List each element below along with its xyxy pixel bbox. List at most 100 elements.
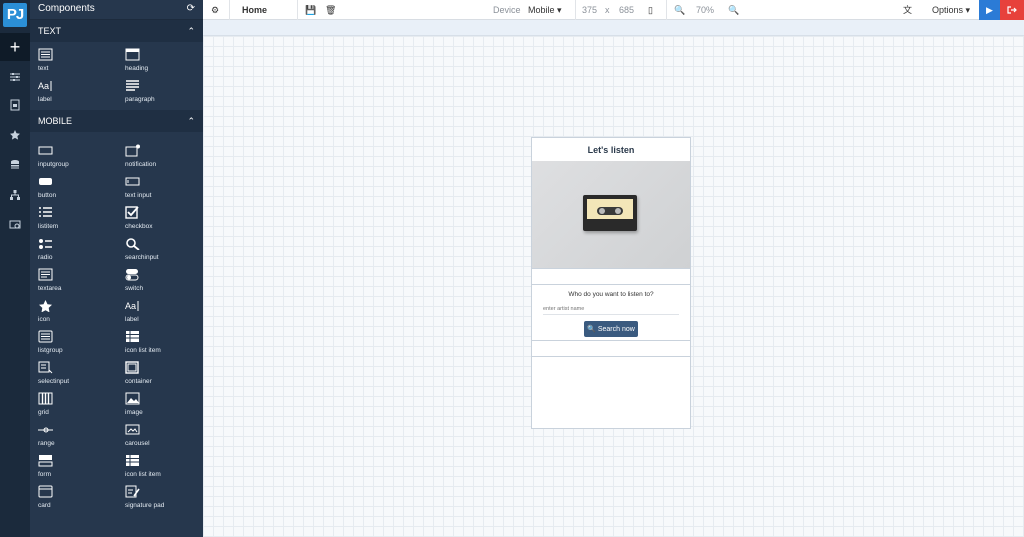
save-icon[interactable]: 💾 bbox=[305, 0, 316, 20]
component-label: icon bbox=[38, 316, 50, 323]
component-label[interactable]: Aa label bbox=[125, 299, 211, 330]
component-selectinput[interactable]: selectinput bbox=[38, 361, 125, 392]
textinput-icon bbox=[125, 175, 141, 189]
zoom-out-icon[interactable]: 🔍 bbox=[674, 0, 685, 20]
component-label: selectinput bbox=[38, 378, 70, 385]
width-field[interactable]: 375 bbox=[582, 0, 597, 20]
component-image[interactable]: image bbox=[125, 392, 211, 423]
translate-icon[interactable]: 文 bbox=[903, 0, 912, 20]
components-panel: Components ⟳ TEXT ⌃ text heading Aa label para… bbox=[30, 0, 203, 537]
text-icon bbox=[38, 48, 54, 62]
component-label: text bbox=[38, 65, 49, 72]
component-notification[interactable]: notification bbox=[125, 144, 211, 175]
play-button[interactable]: ▶ bbox=[979, 0, 1000, 20]
svg-text:Aa: Aa bbox=[125, 301, 136, 311]
rail-add-button[interactable]: + bbox=[0, 33, 30, 61]
components-panel-header: Components ⟳ bbox=[30, 0, 203, 20]
design-canvas[interactable]: Let's listen Who do you want to listen t… bbox=[203, 36, 1024, 537]
device-select[interactable]: Mobile ▾ bbox=[528, 0, 562, 20]
rail-database-button[interactable] bbox=[0, 151, 30, 179]
label-icon: Aa bbox=[125, 299, 141, 313]
component-label[interactable]: Aa label bbox=[38, 79, 125, 110]
section-header-text[interactable]: TEXT ⌃ bbox=[30, 20, 203, 42]
radio-icon bbox=[38, 237, 54, 251]
component-label: paragraph bbox=[125, 96, 155, 103]
range-icon bbox=[38, 423, 54, 437]
sitemap-icon bbox=[9, 190, 21, 204]
switch-icon bbox=[125, 268, 141, 282]
section-title: TEXT bbox=[38, 26, 62, 36]
rail-page-button[interactable] bbox=[0, 91, 30, 119]
component-label: grid bbox=[38, 409, 49, 416]
search-icon bbox=[125, 237, 141, 251]
component-text-input[interactable]: text input bbox=[125, 175, 211, 206]
component-carousel[interactable]: carousel bbox=[125, 423, 211, 454]
rotate-device-icon[interactable]: ▯ bbox=[648, 0, 653, 20]
question-text[interactable]: Who do you want to listen to? bbox=[532, 291, 690, 298]
page-selector[interactable]: Home bbox=[242, 0, 267, 20]
left-rail: PJ + bbox=[0, 0, 30, 537]
zoom-level: 70% bbox=[696, 5, 715, 15]
component-signature-pad[interactable]: signature pad bbox=[125, 485, 211, 516]
rail-sliders-button[interactable] bbox=[0, 63, 30, 91]
component-label: notification bbox=[125, 161, 157, 168]
component-listgroup[interactable]: listgroup bbox=[38, 330, 125, 361]
add-icon: + bbox=[9, 37, 21, 57]
artist-input[interactable] bbox=[543, 304, 679, 315]
mobile-preview[interactable]: Let's listen Who do you want to listen t… bbox=[531, 137, 691, 429]
trash-icon[interactable]: 🗑 bbox=[325, 0, 336, 20]
database-icon bbox=[9, 160, 21, 174]
component-switch[interactable]: switch bbox=[125, 268, 211, 299]
page-heading[interactable]: Let's listen bbox=[532, 138, 690, 161]
empty-container[interactable] bbox=[532, 268, 690, 285]
grid-icon bbox=[38, 392, 54, 406]
component-card[interactable]: card bbox=[38, 485, 125, 516]
cassette-image[interactable] bbox=[532, 161, 690, 268]
empty-container[interactable] bbox=[532, 340, 690, 357]
search-now-button[interactable]: 🔍 Search now bbox=[584, 321, 638, 337]
component-grid[interactable]: grid bbox=[38, 392, 125, 423]
paragraph-icon bbox=[125, 79, 141, 93]
component-form[interactable]: form bbox=[38, 454, 125, 485]
component-label: inputgroup bbox=[38, 161, 69, 168]
component-range[interactable]: range bbox=[38, 423, 125, 454]
gear-icon[interactable]: ⚙ bbox=[211, 0, 219, 20]
options-menu[interactable]: Options ▾ bbox=[932, 0, 970, 20]
component-label: label bbox=[125, 316, 139, 323]
component-inputgroup[interactable]: inputgroup bbox=[38, 144, 125, 175]
carousel-icon bbox=[125, 423, 141, 437]
component-paragraph[interactable]: paragraph bbox=[125, 79, 211, 110]
component-searchinput[interactable]: searchinput bbox=[125, 237, 211, 268]
component-button[interactable]: button bbox=[38, 175, 125, 206]
component-label: textarea bbox=[38, 285, 62, 292]
rail-preview-button[interactable] bbox=[0, 211, 30, 239]
component-listitem[interactable]: listitem bbox=[38, 206, 125, 237]
component-text[interactable]: text bbox=[38, 48, 125, 79]
star-icon bbox=[38, 299, 54, 313]
component-label: image bbox=[125, 409, 143, 416]
refresh-icon[interactable]: ⟳ bbox=[187, 0, 195, 19]
component-heading[interactable]: heading bbox=[125, 48, 211, 79]
component-icon[interactable]: icon bbox=[38, 299, 125, 330]
component-textarea[interactable]: textarea bbox=[38, 268, 125, 299]
component-checkbox[interactable]: checkbox bbox=[125, 206, 211, 237]
chevron-up-icon: ⌃ bbox=[187, 26, 195, 36]
component-radio[interactable]: radio bbox=[38, 237, 125, 268]
sliders-icon bbox=[9, 72, 21, 86]
checkbox-icon bbox=[125, 206, 141, 220]
section-header-mobile[interactable]: MOBILE ⌃ bbox=[30, 110, 203, 132]
component-label: switch bbox=[125, 285, 144, 292]
component-icon-list-item[interactable]: icon list item bbox=[125, 330, 211, 361]
dimension-x: x bbox=[605, 5, 610, 15]
component-icon-list-item[interactable]: icon list item bbox=[125, 454, 211, 485]
rail-sitemap-button[interactable] bbox=[0, 181, 30, 209]
cassette-tape bbox=[583, 195, 637, 231]
height-field[interactable]: 685 bbox=[619, 0, 634, 20]
component-container[interactable]: container bbox=[125, 361, 211, 392]
exit-button[interactable] bbox=[1000, 0, 1024, 20]
rail-star-button[interactable] bbox=[0, 121, 30, 149]
star-icon bbox=[9, 130, 21, 144]
component-label: signature pad bbox=[125, 502, 165, 509]
zoom-in-icon[interactable]: 🔍 bbox=[728, 0, 739, 20]
component-label: range bbox=[38, 440, 55, 447]
